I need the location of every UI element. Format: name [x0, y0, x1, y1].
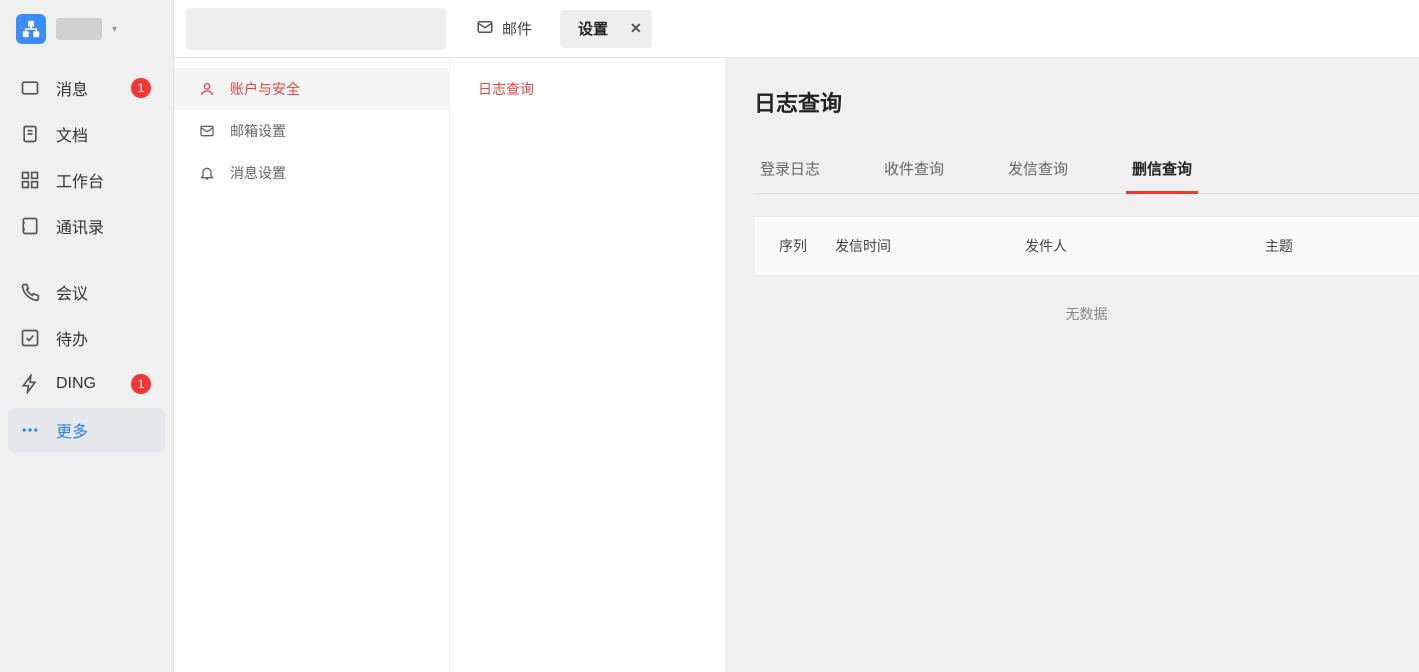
nav-ding[interactable]: DING 1 [8, 362, 165, 406]
phone-icon [20, 282, 40, 302]
table-header: 序列 发信时间 发件人 主题 [754, 216, 1419, 276]
check-icon [20, 328, 40, 348]
log-tab-delete[interactable]: 删信查询 [1130, 158, 1194, 193]
col-seq: 序列 [755, 236, 835, 256]
submenu-log-query[interactable]: 日志查询 [450, 68, 725, 110]
app-logo-icon[interactable] [16, 14, 46, 44]
org-name-redacted [56, 18, 102, 40]
log-tabs: 登录日志 收件查询 发信查询 删信查询 [754, 158, 1419, 194]
left-sidebar: ▾ 消息 1 文档 工作台 通讯录 会议 待办 [0, 0, 174, 672]
tab-label: 邮件 [502, 18, 532, 39]
log-tab-login[interactable]: 登录日志 [758, 158, 822, 193]
detail-panel: 日志查询 登录日志 收件查询 发信查询 删信查询 序列 发信时间 发件人 主题 … [726, 58, 1419, 672]
col-sender: 发件人 [1025, 236, 1265, 256]
topbar-redacted [186, 8, 446, 50]
settings-submenu: 日志查询 [450, 58, 726, 672]
nav-todo[interactable]: 待办 [8, 316, 165, 360]
tab-settings[interactable]: 设置 ✕ [560, 10, 652, 48]
nav-contacts[interactable]: 通讯录 [8, 204, 165, 248]
settings-label: 邮箱设置 [230, 121, 286, 141]
nav-messages[interactable]: 消息 1 [8, 66, 165, 110]
top-tabs: 邮件 设置 ✕ [458, 10, 652, 48]
bolt-icon [20, 374, 40, 394]
settings-menu: 账户与安全 邮箱设置 消息设置 [174, 58, 450, 672]
nav-label: 通讯录 [56, 214, 104, 238]
log-tab-send[interactable]: 发信查询 [1006, 158, 1070, 193]
col-time: 发信时间 [835, 236, 1025, 256]
nav-label: 待办 [56, 326, 88, 350]
topbar: 邮件 设置 ✕ [174, 0, 1419, 58]
more-icon [20, 420, 40, 440]
mail-icon [198, 122, 216, 140]
nav-label: 消息 [56, 76, 88, 100]
col-subject: 主题 [1265, 236, 1419, 256]
sidebar-nav: 消息 1 文档 工作台 通讯录 会议 待办 DING 1 [0, 58, 173, 460]
chevron-down-icon[interactable]: ▾ [112, 24, 117, 35]
settings-notifications[interactable]: 消息设置 [174, 152, 449, 194]
nav-label: 更多 [56, 418, 88, 442]
main-area: 邮件 设置 ✕ 账户与安全 邮箱设置 消息设置 日志查询 [174, 0, 1419, 672]
tab-label: 设置 [578, 18, 608, 39]
tab-mail[interactable]: 邮件 [458, 10, 550, 48]
no-data-text: 无数据 [754, 276, 1419, 352]
nav-label: 工作台 [56, 168, 104, 192]
nav-label: 文档 [56, 122, 88, 146]
contacts-icon [20, 216, 40, 236]
settings-account-security[interactable]: 账户与安全 [174, 68, 449, 110]
nav-more[interactable]: 更多 [8, 408, 165, 452]
sidebar-header: ▾ [0, 0, 173, 58]
page-title: 日志查询 [754, 86, 1419, 118]
message-icon [20, 78, 40, 98]
nav-badge: 1 [131, 78, 151, 98]
content: 账户与安全 邮箱设置 消息设置 日志查询 日志查询 登录日志 收件查询 发信查询… [174, 58, 1419, 672]
user-icon [198, 80, 216, 98]
nav-label: 会议 [56, 280, 88, 304]
nav-docs[interactable]: 文档 [8, 112, 165, 156]
grid-icon [20, 170, 40, 190]
bell-icon [198, 164, 216, 182]
nav-workbench[interactable]: 工作台 [8, 158, 165, 202]
nav-badge: 1 [131, 374, 151, 394]
nav-meeting[interactable]: 会议 [8, 270, 165, 314]
mail-icon [476, 18, 494, 40]
log-table: 序列 发信时间 发件人 主题 无数据 [754, 216, 1419, 352]
log-tab-receive[interactable]: 收件查询 [882, 158, 946, 193]
nav-label: DING [56, 375, 96, 393]
close-icon[interactable]: ✕ [630, 20, 642, 37]
settings-label: 账户与安全 [230, 79, 300, 99]
doc-icon [20, 124, 40, 144]
settings-label: 消息设置 [230, 163, 286, 183]
settings-mailbox[interactable]: 邮箱设置 [174, 110, 449, 152]
